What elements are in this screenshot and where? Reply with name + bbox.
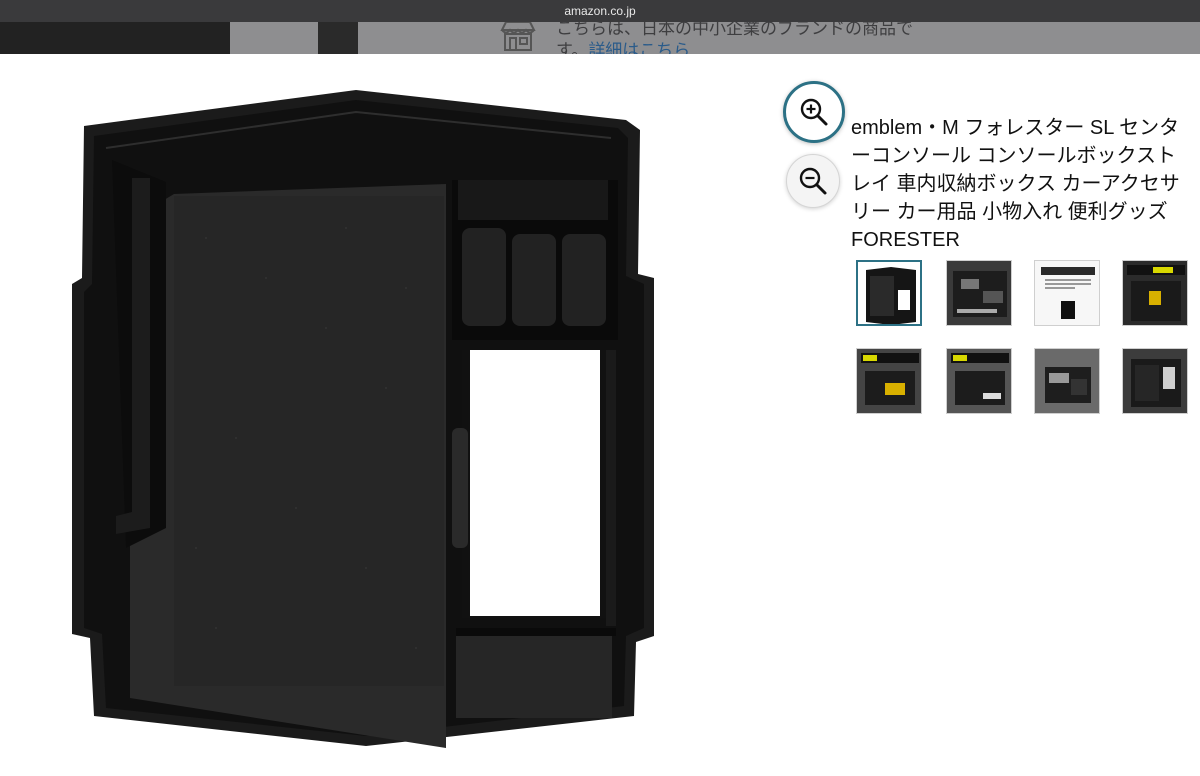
thumbnail-8[interactable] — [1122, 348, 1188, 414]
zoom-out-button[interactable] — [786, 154, 840, 208]
background-image-fragment — [0, 22, 230, 54]
thumbnail-2[interactable] — [946, 260, 1012, 326]
notice-line-2-prefix: す。 — [556, 41, 589, 54]
product-title: emblem・M フォレスター SL センターコンソール コンソールボックストレ… — [851, 117, 1180, 251]
thumbnail-1[interactable] — [856, 260, 922, 326]
image-viewer-panel: emblem・M フォレスター SL センターコンソール コンソールボックストレ… — [0, 54, 1200, 776]
notice-line-1: こちらは、日本の中小企業のブランドの商品で — [556, 22, 913, 38]
small-business-notice: こちらは、日本の中小企業のブランドの商品で す。詳細はこちら — [556, 22, 956, 54]
thumbnail-4[interactable] — [1122, 260, 1188, 326]
zoom-in-button[interactable] — [783, 81, 845, 143]
background-image-fragment — [318, 22, 358, 54]
url-text: amazon.co.jp — [564, 4, 636, 18]
zoom-in-icon — [800, 98, 828, 126]
thumbnail-7[interactable] — [1034, 348, 1100, 414]
thumbnail-5[interactable] — [856, 348, 922, 414]
browser-url-bar[interactable]: amazon.co.jp — [0, 0, 1200, 22]
main-product-image — [66, 88, 666, 748]
zoom-out-icon — [799, 167, 827, 195]
thumbnail-6[interactable] — [946, 348, 1012, 414]
store-icon — [498, 22, 538, 51]
thumbnail-3[interactable] — [1034, 260, 1100, 326]
background-page: こちらは、日本の中小企業のブランドの商品で す。詳細はこちら — [0, 22, 1200, 54]
details-link[interactable]: 詳細はこちら — [588, 41, 690, 54]
